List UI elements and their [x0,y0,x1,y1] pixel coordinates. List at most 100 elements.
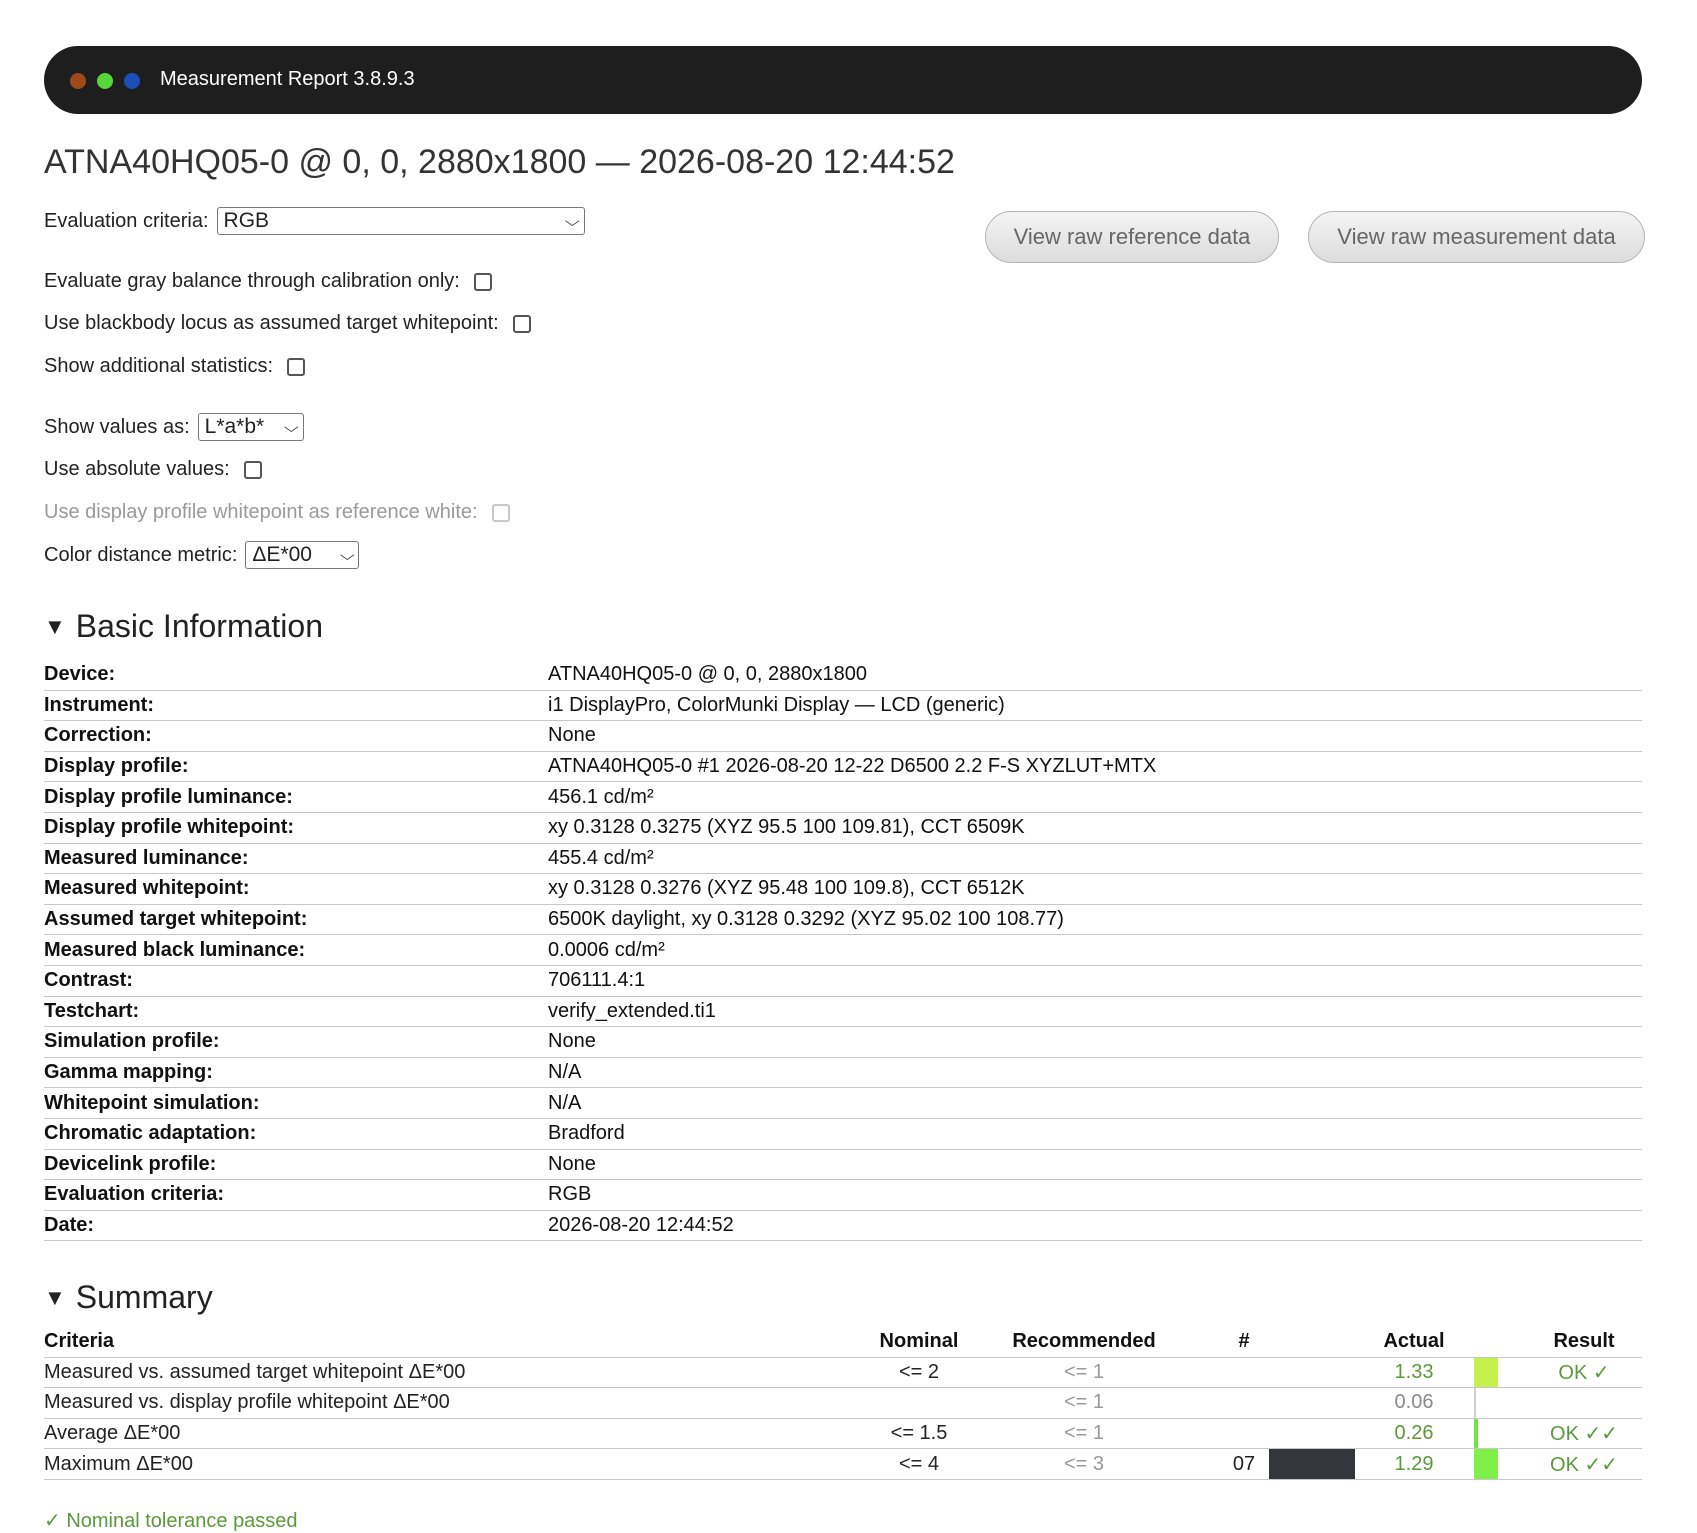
chevron-down-icon: ⌵ [283,418,299,435]
recommended-cell: <= 1 [1063,1422,1105,1445]
criteria-cell: Measured vs. assumed target whitepoint Δ… [44,1360,466,1383]
info-row: Simulation profile: None [44,1027,1642,1058]
blackbody-label: Use blackbody locus as assumed target wh… [44,312,499,334]
evaluation-criteria-label: Evaluation criteria: [44,209,209,232]
recommended-column-header: Recommended [1012,1330,1156,1353]
actual-column-header: Actual [1383,1330,1445,1353]
summary-row: Average ΔE*00 <= 1.5 <= 1 0.26 OK ✓✓ [44,1418,1642,1450]
maximize-window-dot-icon[interactable] [97,73,113,89]
close-window-dot-icon[interactable] [70,73,86,89]
info-row: Gamma mapping: N/A [44,1058,1642,1089]
actual-cell: 0.06 [1394,1391,1434,1414]
info-row: Date: 2026-08-20 12:44:52 [44,1211,1642,1242]
deviation-bar [1474,1449,1498,1479]
deviation-bar-fill [1474,1418,1478,1449]
result-cell: OK ✓ [1558,1361,1610,1384]
deviation-bar [1474,1388,1498,1418]
chevron-down-icon: ⌵ [564,212,580,229]
result-cell: OK ✓✓ [1550,1423,1618,1446]
info-row: Measured luminance: 455.4 cd/m² [44,844,1642,875]
info-value: RGB [548,1183,592,1206]
summary-row: Maximum ΔE*00 <= 4 <= 3 07 1.29 OK ✓✓ [44,1449,1642,1480]
info-row: Contrast: 706111.4:1 [44,966,1642,997]
criteria-cell: Measured vs. display profile whitepoint … [44,1391,450,1414]
info-row: Assumed target whitepoint: 6500K daylight… [44,905,1642,936]
nominal-cell: <= 2 [898,1360,940,1383]
summary-title: Summary [75,1279,213,1315]
info-row: Display profile luminance: 456.1 cd/m² [44,782,1642,813]
info-key: Display profile luminance: [44,785,293,808]
color-distance-metric-value: ΔE*00 [252,543,312,566]
color-swatch [1269,1388,1355,1418]
deviation-bar-fill [1474,1357,1498,1388]
info-key: Date: [44,1213,95,1236]
result-column-header: Result [1553,1330,1615,1353]
view-raw-measurement-button[interactable]: View raw measurement data [1308,211,1645,263]
info-value: None [548,1030,596,1053]
blackbody-row: Use blackbody locus as assumed target wh… [44,312,531,335]
summary-rows: Measured vs. assumed target whitepoint Δ… [44,1357,1642,1480]
summary-table: Criteria Nominal Recommended # Actual Re… [44,1327,1642,1480]
blackbody-checkbox[interactable] [512,314,531,333]
info-key: Gamma mapping: [44,1061,213,1084]
info-row: Devicelink profile: None [44,1150,1642,1181]
info-key: Whitepoint simulation: [44,1091,260,1114]
info-row: Display profile: ATNA40HQ05-0 #1 2026-08-… [44,752,1642,783]
nominal-cell: <= 4 [898,1452,940,1475]
info-key: Measured black luminance: [44,938,306,961]
info-value: i1 DisplayPro, ColorMunki Display — LCD … [548,693,1005,716]
show-values-as-row: Show values as: L*a*b* ⌵ [44,413,304,441]
summary-row: Measured vs. display profile whitepoint … [44,1388,1642,1419]
color-swatch [1269,1449,1355,1479]
view-raw-reference-button[interactable]: View raw reference data [985,211,1279,263]
summary-header[interactable]: ▼ Summary [44,1279,213,1316]
info-key: Measured whitepoint: [44,877,250,900]
info-row: Testchart: verify_extended.ti1 [44,997,1642,1028]
deviation-bar-fill [1474,1388,1477,1418]
criteria-column-header: Criteria [44,1330,115,1353]
info-value: 455.4 cd/m² [548,846,654,869]
info-value: N/A [548,1061,582,1084]
page-title: ATNA40HQ05-0 @ 0, 0, 2880x1800 — 2026-08… [44,143,955,181]
info-row: Evaluation criteria: RGB [44,1180,1642,1211]
additional-stats-checkbox[interactable] [287,357,306,376]
evaluation-criteria-select[interactable]: RGB ⌵ [216,207,585,235]
info-value: N/A [548,1091,582,1114]
deviation-bar [1474,1418,1498,1449]
gray-balance-label: Evaluate gray balance through calibratio… [44,270,460,292]
info-key: Measured luminance: [44,846,249,869]
criteria-cell: Maximum ΔE*00 [44,1452,193,1475]
display-profile-whitepoint-row: Use display profile whitepoint as refere… [44,501,510,524]
color-distance-metric-label: Color distance metric: [44,543,238,566]
info-value: 456.1 cd/m² [548,785,654,808]
collapse-triangle-icon[interactable]: ▼ [44,614,66,640]
absolute-values-checkbox[interactable] [243,460,262,479]
nominal-cell: <= 1.5 [890,1422,948,1445]
minimize-window-dot-icon[interactable] [124,73,140,89]
summary-row: Measured vs. assumed target whitepoint Δ… [44,1357,1642,1389]
info-row: Correction: None [44,721,1642,752]
color-swatch [1269,1419,1355,1449]
gray-balance-checkbox[interactable] [473,272,492,291]
info-row: Display profile whitepoint: xy 0.3128 0.3… [44,813,1642,844]
recommended-cell: <= 1 [1063,1391,1105,1414]
evaluation-criteria-row: Evaluation criteria: RGB ⌵ [44,207,585,235]
show-values-as-label: Show values as: [44,415,190,438]
color-distance-metric-row: Color distance metric: ΔE*00 ⌵ [44,541,360,569]
chevron-down-icon: ⌵ [339,546,355,563]
collapse-triangle-icon[interactable]: ▼ [44,1285,66,1311]
info-key: Evaluation criteria: [44,1183,225,1206]
info-value: xy 0.3128 0.3276 (XYZ 95.48 100 109.8), … [548,877,1025,900]
info-row: Instrument: i1 DisplayPro, ColorMunki Dis… [44,691,1642,722]
info-row: Chromatic adaptation: Bradford [44,1119,1642,1150]
info-row: Whitepoint simulation: N/A [44,1088,1642,1119]
criteria-cell: Average ΔE*00 [44,1422,181,1445]
additional-stats-row: Show additional statistics: [44,355,306,378]
color-distance-metric-select[interactable]: ΔE*00 ⌵ [245,541,360,569]
nominal-tolerance-status: ✓ Nominal tolerance passed [44,1510,298,1532]
basic-information-header[interactable]: ▼ Basic Information [44,608,323,645]
window-titlebar: Measurement Report 3.8.9.3 [44,46,1642,114]
show-values-as-select[interactable]: L*a*b* ⌵ [197,413,304,441]
info-key: Correction: [44,724,152,747]
info-value: xy 0.3128 0.3275 (XYZ 95.5 100 109.81), … [548,816,1025,839]
